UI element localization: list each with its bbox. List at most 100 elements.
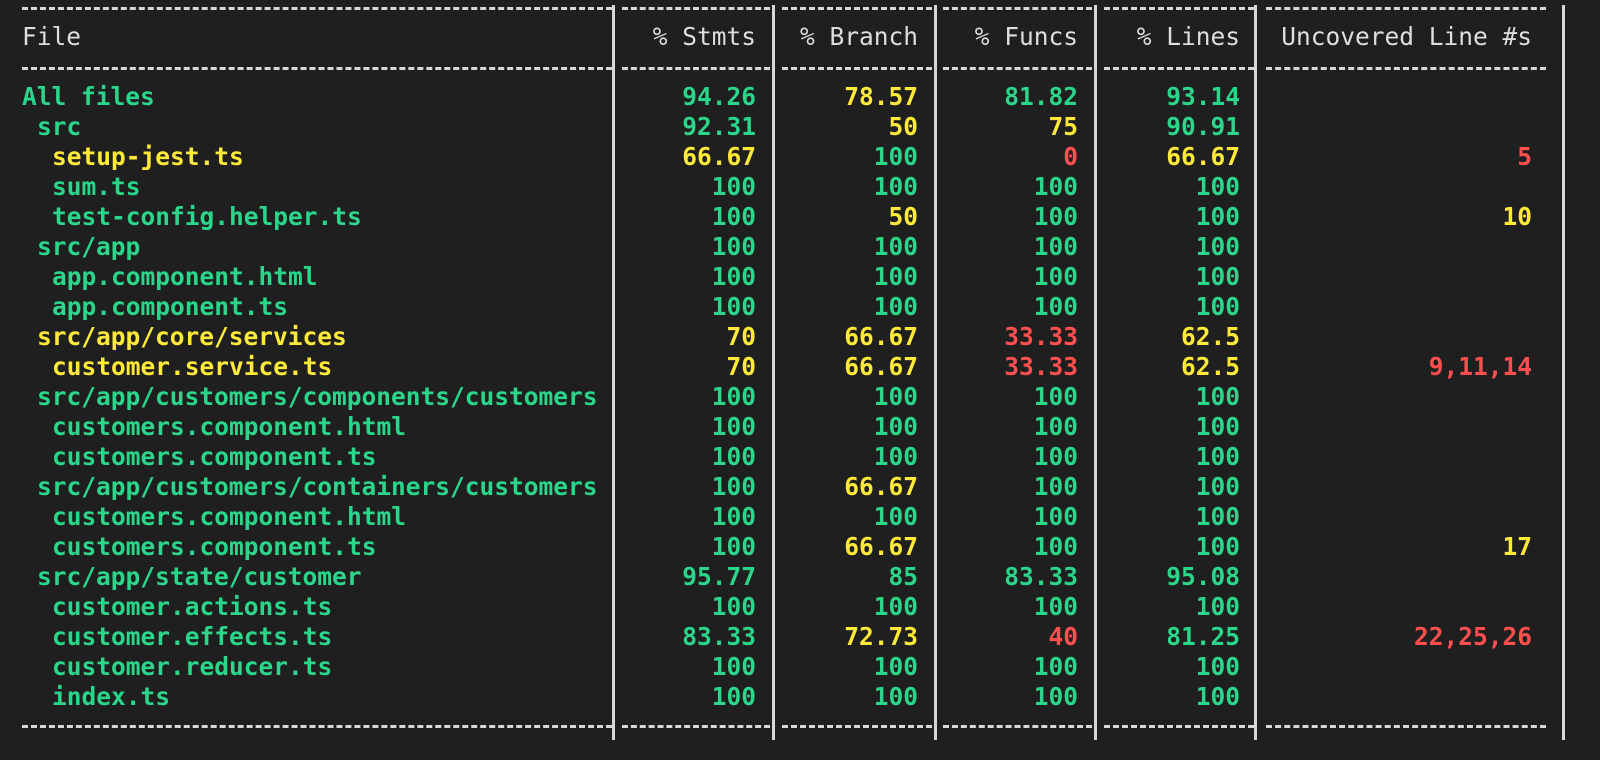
funcs-percent-cell: 100 xyxy=(1033,652,1078,681)
table-row: customers.component.ts 100 100 100 100 xyxy=(0,442,1600,472)
table-header-rule-segment xyxy=(943,67,1092,70)
table-row: setup-jest.ts 66.67 100 0 66.67 5 xyxy=(0,142,1600,172)
funcs-percent-cell: 83.33 xyxy=(1004,562,1078,591)
table-bottom-rule-segment xyxy=(622,725,770,728)
table-row: src/app/customers/containers/customers 10… xyxy=(0,472,1600,502)
funcs-percent-cell: 33.33 xyxy=(1004,352,1078,381)
table-row: customers.component.ts 100 66.67 100 100 17 xyxy=(0,532,1600,562)
stmts-percent-cell: 100 xyxy=(711,262,756,291)
uncovered-lines-cell xyxy=(1274,442,1532,472)
uncovered-lines-cell xyxy=(1274,322,1532,352)
table-row: customers.component.html 100 100 100 100 xyxy=(0,502,1600,532)
uncovered-lines-cell xyxy=(1274,382,1532,412)
header-uncovered: Uncovered Line #s xyxy=(1281,22,1532,51)
lines-percent-cell: 100 xyxy=(1195,532,1240,561)
stmts-percent-cell: 100 xyxy=(711,472,756,501)
lines-percent-cell: 95.08 xyxy=(1166,562,1240,591)
file-name-cell: src/app/state/customer xyxy=(37,562,362,591)
lines-percent-cell: 100 xyxy=(1195,472,1240,501)
uncovered-lines-cell xyxy=(1274,82,1532,112)
branch-percent-cell: 66.67 xyxy=(844,532,918,561)
branch-percent-cell: 100 xyxy=(873,442,918,471)
table-bottom-rule-segment xyxy=(1104,725,1254,728)
table-top-rule-segment xyxy=(943,7,1092,10)
stmts-percent-cell: 70 xyxy=(726,352,756,381)
file-name-cell: app.component.ts xyxy=(52,292,289,321)
funcs-percent-cell: 100 xyxy=(1033,412,1078,441)
uncovered-lines-cell: 5 xyxy=(1517,142,1532,171)
lines-percent-cell: 100 xyxy=(1195,502,1240,531)
uncovered-lines-cell xyxy=(1274,112,1532,142)
branch-percent-cell: 100 xyxy=(873,592,918,621)
table-row: src/app/customers/components/customers 10… xyxy=(0,382,1600,412)
table-row: customers.component.html 100 100 100 100 xyxy=(0,412,1600,442)
lines-percent-cell: 100 xyxy=(1195,382,1240,411)
file-name-cell: customer.service.ts xyxy=(52,352,333,381)
funcs-percent-cell: 100 xyxy=(1033,442,1078,471)
uncovered-lines-cell: 22,25,26 xyxy=(1413,622,1532,651)
table-bottom-rule-segment xyxy=(782,725,932,728)
table-bottom-rule-segment xyxy=(1266,725,1546,728)
lines-percent-cell: 100 xyxy=(1195,292,1240,321)
funcs-percent-cell: 33.33 xyxy=(1004,322,1078,351)
branch-percent-cell: 100 xyxy=(873,412,918,441)
branch-percent-cell: 100 xyxy=(873,142,918,171)
branch-percent-cell: 100 xyxy=(873,652,918,681)
stmts-percent-cell: 100 xyxy=(711,232,756,261)
stmts-percent-cell: 100 xyxy=(711,202,756,231)
file-name-cell: sum.ts xyxy=(52,172,141,201)
branch-percent-cell: 100 xyxy=(873,502,918,531)
stmts-percent-cell: 95.77 xyxy=(682,562,756,591)
branch-percent-cell: 100 xyxy=(873,682,918,711)
table-header-rule-segment xyxy=(782,67,932,70)
uncovered-lines-cell xyxy=(1274,262,1532,292)
uncovered-lines-cell xyxy=(1274,412,1532,442)
stmts-percent-cell: 100 xyxy=(711,652,756,681)
uncovered-lines-cell xyxy=(1274,682,1532,712)
table-header-rule-segment xyxy=(622,67,770,70)
table-row: src/app/core/services 70 66.67 33.33 62.5 xyxy=(0,322,1600,352)
funcs-percent-cell: 81.82 xyxy=(1004,82,1078,111)
file-name-cell: src/app/customers/components/customers xyxy=(37,382,598,411)
stmts-percent-cell: 66.67 xyxy=(682,142,756,171)
table-row: customer.reducer.ts 100 100 100 100 xyxy=(0,652,1600,682)
branch-percent-cell: 66.67 xyxy=(844,352,918,381)
table-bottom-rule-segment xyxy=(943,725,1092,728)
file-name-cell: src/app xyxy=(37,232,141,261)
funcs-percent-cell: 100 xyxy=(1033,502,1078,531)
stmts-percent-cell: 100 xyxy=(711,292,756,321)
branch-percent-cell: 50 xyxy=(888,202,918,231)
file-name-cell: index.ts xyxy=(52,682,171,711)
coverage-report-terminal: File % Stmts % Branch % Funcs % Lines Uncover… xyxy=(0,0,1600,760)
table-row: src/app/state/customer 95.77 85 83.33 95.08 xyxy=(0,562,1600,592)
funcs-percent-cell: 100 xyxy=(1033,262,1078,291)
stmts-percent-cell: 100 xyxy=(711,682,756,711)
file-name-cell: customers.component.html xyxy=(52,502,407,531)
uncovered-lines-cell xyxy=(1274,502,1532,532)
file-name-cell: customer.reducer.ts xyxy=(52,652,333,681)
stmts-percent-cell: 100 xyxy=(711,532,756,561)
funcs-percent-cell: 100 xyxy=(1033,292,1078,321)
branch-percent-cell: 72.73 xyxy=(844,622,918,651)
table-top-rule-segment xyxy=(22,7,612,10)
file-name-cell: src/app/customers/containers/customers xyxy=(37,472,598,501)
file-name-cell: customers.component.ts xyxy=(52,442,377,471)
lines-percent-cell: 100 xyxy=(1195,232,1240,261)
table-row: index.ts 100 100 100 100 xyxy=(0,682,1600,712)
funcs-percent-cell: 100 xyxy=(1033,232,1078,261)
file-name-cell: customer.effects.ts xyxy=(52,622,333,651)
file-name-cell: app.component.html xyxy=(52,262,318,291)
lines-percent-cell: 100 xyxy=(1195,202,1240,231)
branch-percent-cell: 100 xyxy=(873,232,918,261)
stmts-percent-cell: 100 xyxy=(711,502,756,531)
funcs-percent-cell: 100 xyxy=(1033,682,1078,711)
table-header-rule-segment xyxy=(1266,67,1546,70)
uncovered-lines-cell xyxy=(1274,172,1532,202)
table-top-rule-segment xyxy=(1104,7,1254,10)
file-name-cell: test-config.helper.ts xyxy=(52,202,362,231)
uncovered-lines-cell: 17 xyxy=(1502,532,1532,561)
uncovered-lines-cell xyxy=(1274,562,1532,592)
lines-percent-cell: 90.91 xyxy=(1166,112,1240,141)
funcs-percent-cell: 100 xyxy=(1033,172,1078,201)
funcs-percent-cell: 100 xyxy=(1033,382,1078,411)
